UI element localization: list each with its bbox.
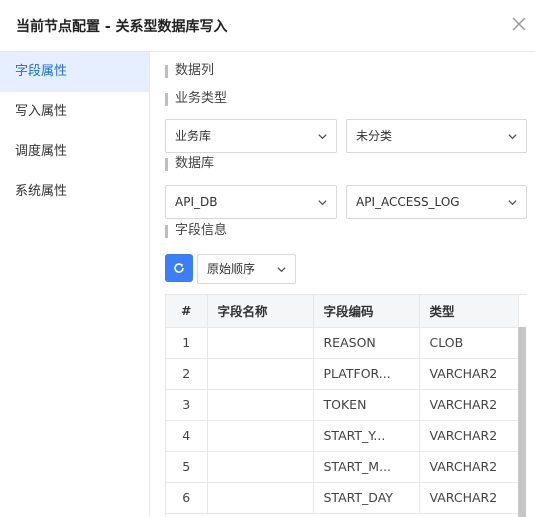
close-icon[interactable] bbox=[509, 14, 529, 34]
row-index: 1 bbox=[166, 327, 208, 359]
sidebar: 字段属性 写入属性 调度属性 系统属性 bbox=[0, 52, 150, 517]
field-code-cell: PLATFOR... bbox=[313, 358, 420, 390]
section-field-info: 字段信息 bbox=[165, 223, 227, 239]
sidebar-item-system-properties[interactable]: 系统属性 bbox=[0, 172, 149, 212]
main-content: 数据列 业务类型 业务库 未分类 数据库 API_DB API_ACCESS_L… bbox=[150, 52, 535, 517]
field-type-cell: VARCHAR2 bbox=[419, 358, 519, 390]
business-library-value: 业务库 bbox=[175, 129, 212, 143]
table-header-row: # 字段名称 字段编码 类型 bbox=[166, 295, 519, 328]
field-code-cell: REASON bbox=[313, 327, 420, 359]
field-code-cell: TOKEN bbox=[313, 389, 420, 421]
field-name-cell[interactable] bbox=[207, 482, 314, 514]
row-index: 4 bbox=[166, 420, 208, 452]
row-index: 6 bbox=[166, 482, 208, 514]
field-type-cell: CLOB bbox=[419, 327, 519, 359]
chevron-down-icon bbox=[508, 134, 517, 140]
column-header-field-code: 字段编码 bbox=[313, 295, 420, 328]
field-type-cell: VARCHAR2 bbox=[419, 451, 519, 483]
field-type-cell: VARCHAR2 bbox=[419, 420, 519, 452]
chevron-down-icon bbox=[277, 267, 286, 273]
field-name-cell[interactable] bbox=[207, 451, 314, 483]
refresh-button[interactable] bbox=[165, 254, 193, 282]
section-data-columns: 数据列 bbox=[165, 63, 214, 79]
table-row[interactable]: 4 START_Y... VARCHAR2 bbox=[166, 420, 519, 452]
sidebar-item-schedule-properties[interactable]: 调度属性 bbox=[0, 132, 149, 172]
database-select[interactable]: API_DB bbox=[165, 185, 337, 219]
field-table: # 字段名称 字段编码 类型 1 REASON CLOB 2 PLATFOR..… bbox=[165, 294, 527, 517]
column-header-type: 类型 bbox=[419, 295, 519, 328]
table-row[interactable]: 5 START_M... VARCHAR2 bbox=[166, 451, 519, 483]
field-code-cell: START_M... bbox=[313, 451, 420, 483]
row-index: 2 bbox=[166, 358, 208, 390]
field-name-cell[interactable] bbox=[207, 358, 314, 390]
field-code-cell: START_Y... bbox=[313, 420, 420, 452]
field-name-cell[interactable] bbox=[207, 420, 314, 452]
row-index: 5 bbox=[166, 451, 208, 483]
field-type-cell: VARCHAR2 bbox=[419, 389, 519, 421]
column-header-field-name: 字段名称 bbox=[207, 295, 314, 328]
category-value: 未分类 bbox=[356, 129, 393, 143]
refresh-icon bbox=[174, 263, 184, 273]
field-name-cell[interactable] bbox=[207, 389, 314, 421]
category-select[interactable]: 未分类 bbox=[346, 119, 527, 153]
table-row[interactable]: 3 TOKEN VARCHAR2 bbox=[166, 389, 519, 421]
section-database: 数据库 bbox=[165, 156, 214, 172]
order-value: 原始顺序 bbox=[207, 262, 256, 276]
dialog-title: 当前节点配置 - 关系型数据库写入 bbox=[16, 19, 228, 35]
table-row[interactable]: 2 PLATFOR... VARCHAR2 bbox=[166, 358, 519, 390]
chevron-down-icon bbox=[318, 200, 327, 206]
table-select[interactable]: API_ACCESS_LOG bbox=[346, 185, 527, 219]
sidebar-item-field-properties[interactable]: 字段属性 bbox=[0, 52, 149, 92]
column-header-index: # bbox=[166, 295, 208, 328]
chevron-down-icon bbox=[508, 200, 517, 206]
table-row[interactable]: 6 START_DAY VARCHAR2 bbox=[166, 482, 519, 514]
table-row[interactable]: 1 REASON CLOB bbox=[166, 327, 519, 359]
order-select[interactable]: 原始顺序 bbox=[197, 254, 296, 284]
chevron-down-icon bbox=[318, 134, 327, 140]
row-index: 3 bbox=[166, 389, 208, 421]
field-type-cell: VARCHAR2 bbox=[419, 482, 519, 514]
database-value: API_DB bbox=[175, 195, 218, 209]
table-scrollbar[interactable] bbox=[518, 327, 526, 517]
sidebar-item-write-properties[interactable]: 写入属性 bbox=[0, 92, 149, 132]
field-name-cell[interactable] bbox=[207, 327, 314, 359]
table-value: API_ACCESS_LOG bbox=[356, 195, 460, 209]
business-library-select[interactable]: 业务库 bbox=[165, 119, 337, 153]
field-code-cell: START_DAY bbox=[313, 482, 420, 514]
dialog-header: 当前节点配置 - 关系型数据库写入 bbox=[0, 0, 535, 52]
section-business-type: 业务类型 bbox=[165, 91, 227, 107]
